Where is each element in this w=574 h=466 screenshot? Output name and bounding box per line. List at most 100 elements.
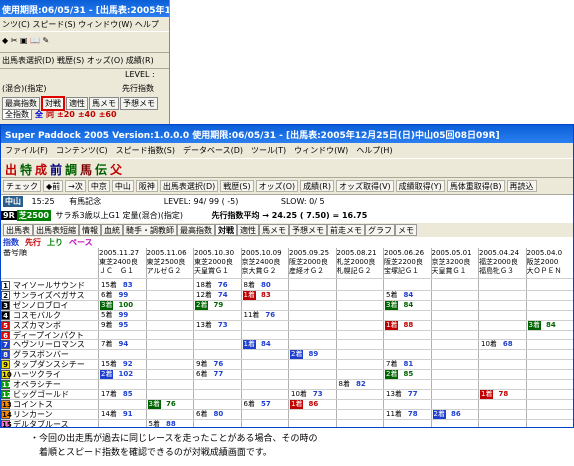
result-cell[interactable]: 3着 84	[527, 320, 574, 330]
result-cell[interactable]: 6着 80	[195, 410, 241, 419]
toolbar-icon[interactable]: 成	[35, 161, 47, 178]
horse-name[interactable]: マイソールサウンド	[13, 281, 96, 290]
nav-button[interactable]: チェック	[3, 180, 41, 192]
tab-10[interactable]: 前走メモ	[327, 224, 365, 236]
bg-filter-item[interactable]: ±40	[78, 110, 96, 119]
nav-button[interactable]: ◆前	[43, 180, 64, 192]
nav-button[interactable]: 中山	[111, 180, 134, 192]
nav-button[interactable]: 中京	[87, 180, 110, 192]
menu-item[interactable]: スピード指数(S)	[116, 146, 175, 155]
horse-name[interactable]: グラスボンバー	[13, 350, 96, 359]
toolbar-icon[interactable]: 前	[50, 161, 62, 178]
bg-toolbar-text[interactable]: 出馬表選択(D) 戦歴(S) オッズ(O) 成績(R)	[0, 53, 169, 69]
view-mode[interactable]: 上り	[47, 238, 63, 247]
bg-filter-item[interactable]: 同	[46, 110, 54, 119]
result-cell[interactable]: 3着 76	[147, 399, 194, 409]
menu-item[interactable]: ウィンドウ(W)	[294, 146, 348, 155]
nav-button[interactable]: 成績(R)	[300, 180, 334, 192]
result-cell[interactable]: 8着 80	[243, 281, 289, 290]
tab-11[interactable]: グラフ	[365, 224, 395, 236]
result-cell[interactable]: 10着 68	[480, 340, 526, 349]
toolbar-icon[interactable]: 父	[110, 161, 122, 178]
result-cell[interactable]: 6着 77	[195, 370, 241, 379]
toolbar-icon[interactable]: 伝	[95, 161, 107, 178]
view-mode[interactable]: 先行	[25, 238, 41, 247]
nav-button[interactable]: オッズ(O)	[255, 180, 299, 192]
toolbar-icon[interactable]: 出	[5, 161, 17, 178]
horse-name[interactable]: リンカーン	[13, 410, 96, 419]
tab-7[interactable]: 適性	[237, 224, 259, 236]
horse-name[interactable]: オペラシチー	[13, 380, 96, 389]
result-cell[interactable]: 15着 83	[100, 281, 146, 290]
nav-button[interactable]: 成績取得(Y)	[395, 180, 445, 192]
result-cell[interactable]: 2着 86	[432, 409, 479, 419]
tab-12[interactable]: メモ	[395, 224, 417, 236]
horse-name[interactable]: タップダンスシチー	[13, 360, 96, 369]
toolbar-icon[interactable]: 調	[65, 161, 77, 178]
horse-name[interactable]: ハーツクライ	[13, 370, 96, 379]
result-cell[interactable]: 7着 94	[100, 340, 146, 349]
bg-select[interactable]: 全指数	[2, 109, 32, 120]
menu-item[interactable]: データベース(D)	[183, 146, 243, 155]
result-cell[interactable]: 6着 99	[100, 291, 146, 300]
result-cell[interactable]: 3着 84	[385, 300, 431, 310]
tab-6[interactable]: 対戦	[215, 224, 237, 236]
horse-name[interactable]: ゼンノロブロイ	[13, 301, 96, 310]
result-cell[interactable]: 2着 89	[290, 350, 336, 360]
result-cell[interactable]: 7着 81	[385, 360, 431, 369]
nav-button[interactable]: 戦歴(S)	[220, 180, 254, 192]
horse-name[interactable]: サンライズペガサス	[13, 291, 96, 300]
tab-9[interactable]: 予想メモ	[289, 224, 327, 236]
horse-name[interactable]: ヘヴンリーロマンス	[13, 340, 96, 349]
bg-tab[interactable]: 予想メモ	[120, 97, 158, 110]
result-cell[interactable]: 5着 84	[385, 291, 431, 300]
result-cell[interactable]: 17着 85	[100, 390, 146, 399]
view-mode[interactable]: ペース	[69, 238, 93, 247]
tab-4[interactable]: 騎手・調教師	[123, 224, 177, 236]
result-cell[interactable]: 18着 76	[195, 281, 241, 290]
tab-1[interactable]: 出馬表短縮	[33, 224, 79, 236]
result-cell[interactable]: 13着 77	[385, 390, 431, 399]
result-cell[interactable]: 9着 76	[195, 360, 241, 369]
tab-0[interactable]: 出馬表	[3, 224, 33, 236]
horse-name[interactable]: スズカマンボ	[13, 321, 96, 330]
bg-filter-item[interactable]: ±60	[99, 110, 117, 119]
result-cell[interactable]: 5着 99	[100, 311, 146, 320]
tab-2[interactable]: 情報	[79, 224, 101, 236]
tab-5[interactable]: 最高指数	[177, 224, 215, 236]
result-cell[interactable]: 11着 78	[385, 410, 431, 419]
result-cell[interactable]: 1着 83	[242, 290, 289, 300]
result-cell[interactable]: 5着 88	[148, 420, 194, 427]
horse-name[interactable]: デルタブルース	[13, 420, 96, 427]
bg-menu-bar[interactable]: ンツ(C) スピード(S) ウィンドウ(W) ヘルプ	[0, 17, 169, 31]
result-cell[interactable]: 1着 84	[242, 340, 289, 350]
result-cell[interactable]: 2着 79	[195, 300, 241, 310]
horse-name[interactable]: コスモバルク	[13, 311, 96, 320]
result-cell[interactable]: 11着 76	[243, 311, 289, 320]
horse-name[interactable]: コイントス	[13, 400, 96, 409]
result-cell[interactable]: 1着 88	[385, 320, 431, 330]
result-cell[interactable]: 15着 92	[100, 360, 146, 369]
horse-name[interactable]: ディープインパクト	[13, 331, 96, 340]
nav-button[interactable]: 馬体重取得(B)	[446, 180, 505, 192]
nav-button[interactable]: 阪神	[135, 180, 158, 192]
result-cell[interactable]: 2着 85	[385, 370, 431, 380]
toolbar-icon[interactable]: 馬	[80, 161, 92, 178]
result-cell[interactable]: 3着 100	[100, 300, 146, 310]
result-cell[interactable]: 2着 102	[100, 370, 146, 380]
tab-8[interactable]: 馬メモ	[259, 224, 289, 236]
result-cell[interactable]: 13着 73	[195, 321, 241, 330]
horse-name[interactable]: ビッグゴールド	[13, 390, 96, 399]
nav-button[interactable]: 出馬表選択(D)	[159, 180, 219, 192]
menu-item[interactable]: ツール(T)	[251, 146, 286, 155]
result-cell[interactable]: 1着 78	[480, 389, 526, 399]
bg-filter-item[interactable]: 全	[35, 110, 43, 119]
toolbar-icon[interactable]: 特	[20, 161, 32, 178]
menu-item[interactable]: ファイル(F)	[5, 146, 48, 155]
view-mode[interactable]: 指数	[3, 238, 19, 247]
result-cell[interactable]: 14着 91	[100, 410, 146, 419]
menu-item[interactable]: コンテンツ(C)	[56, 146, 108, 155]
menu-item[interactable]: ヘルプ(H)	[356, 146, 392, 155]
tab-3[interactable]: 血統	[101, 224, 123, 236]
nav-button[interactable]: オッズ取得(V)	[335, 180, 394, 192]
